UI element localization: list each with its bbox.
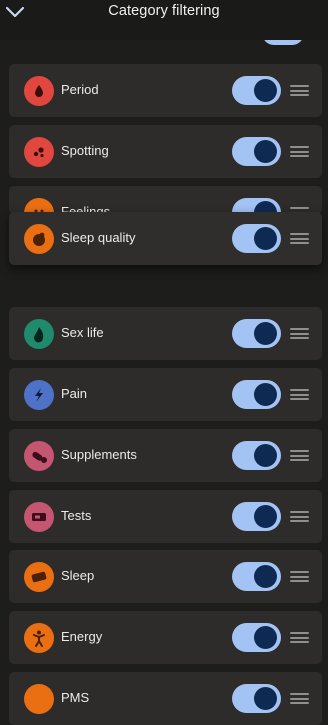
- category-label: Sex life: [61, 325, 104, 340]
- toggle-knob: [254, 322, 277, 345]
- drag-handle-icon[interactable]: [290, 85, 309, 96]
- drag-handle-icon[interactable]: [290, 389, 309, 400]
- toggle-knob: [254, 505, 277, 528]
- category-toggle[interactable]: [232, 137, 281, 166]
- toggle-knob: [254, 79, 277, 102]
- toggle-knob: [254, 444, 277, 467]
- category-toggle[interactable]: [232, 562, 281, 591]
- drag-handle-icon[interactable]: [290, 450, 309, 461]
- category-row-supplements[interactable]: Supplements: [9, 429, 322, 482]
- category-row-sleep-quality[interactable]: Sleep quality: [9, 212, 322, 265]
- pill-icon: [24, 441, 54, 471]
- dots-icon: [24, 137, 54, 167]
- drag-handle-icon[interactable]: [290, 571, 309, 582]
- category-toggle[interactable]: [232, 224, 281, 253]
- category-toggle[interactable]: [232, 684, 281, 713]
- category-toggle[interactable]: [232, 380, 281, 409]
- category-label: PMS: [61, 690, 90, 705]
- toggle-knob: [254, 687, 277, 710]
- category-row-period[interactable]: Period: [9, 64, 322, 117]
- category-toggle[interactable]: [232, 502, 281, 531]
- drag-handle-icon[interactable]: [290, 693, 309, 704]
- drag-handle-icon[interactable]: [290, 328, 309, 339]
- drag-handle-icon[interactable]: [290, 233, 309, 244]
- category-row-energy[interactable]: Energy: [9, 611, 322, 664]
- category-label: Supplements: [61, 447, 137, 462]
- category-label: Tests: [61, 508, 92, 523]
- drop-icon: [24, 76, 54, 106]
- category-toggle[interactable]: [232, 319, 281, 348]
- category-row-pms[interactable]: PMS: [9, 672, 322, 725]
- category-toggle[interactable]: [232, 623, 281, 652]
- toggle-knob: [254, 626, 277, 649]
- category-label: Energy: [61, 629, 103, 644]
- category-row-sex-life[interactable]: Sex life: [9, 307, 322, 360]
- test-strip-icon: [24, 502, 54, 532]
- category-toggle[interactable]: [232, 441, 281, 470]
- toggle-knob: [254, 140, 277, 163]
- pms-icon: [24, 684, 54, 714]
- category-row-spotting[interactable]: Spotting: [9, 125, 322, 178]
- category-row-pain[interactable]: Pain: [9, 368, 322, 421]
- category-label: Period: [61, 82, 99, 97]
- category-label: Sleep quality: [61, 230, 136, 245]
- lightning-icon: [24, 380, 54, 410]
- category-row-tests[interactable]: Tests: [9, 490, 322, 543]
- mask-icon: [24, 562, 54, 592]
- drag-handle-icon[interactable]: [290, 146, 309, 157]
- toggle-knob: [254, 227, 277, 250]
- toggle-knob: [254, 565, 277, 588]
- drag-handle-icon[interactable]: [290, 511, 309, 522]
- top-bar: Category filtering: [0, 0, 328, 40]
- category-row-sleep[interactable]: Sleep: [9, 550, 322, 603]
- category-row-feelings[interactable]: Feelings: [9, 186, 322, 214]
- person-icon: [24, 623, 54, 653]
- category-label: Spotting: [61, 143, 109, 158]
- drag-handle-icon[interactable]: [290, 632, 309, 643]
- page-title: Category filtering: [108, 3, 220, 19]
- category-label: Pain: [61, 386, 88, 401]
- category-toggle[interactable]: [232, 76, 281, 105]
- flame-icon: [24, 319, 54, 349]
- category-label: Sleep: [61, 568, 95, 583]
- sleep-face-icon: [24, 224, 54, 254]
- toggle-knob: [254, 383, 277, 406]
